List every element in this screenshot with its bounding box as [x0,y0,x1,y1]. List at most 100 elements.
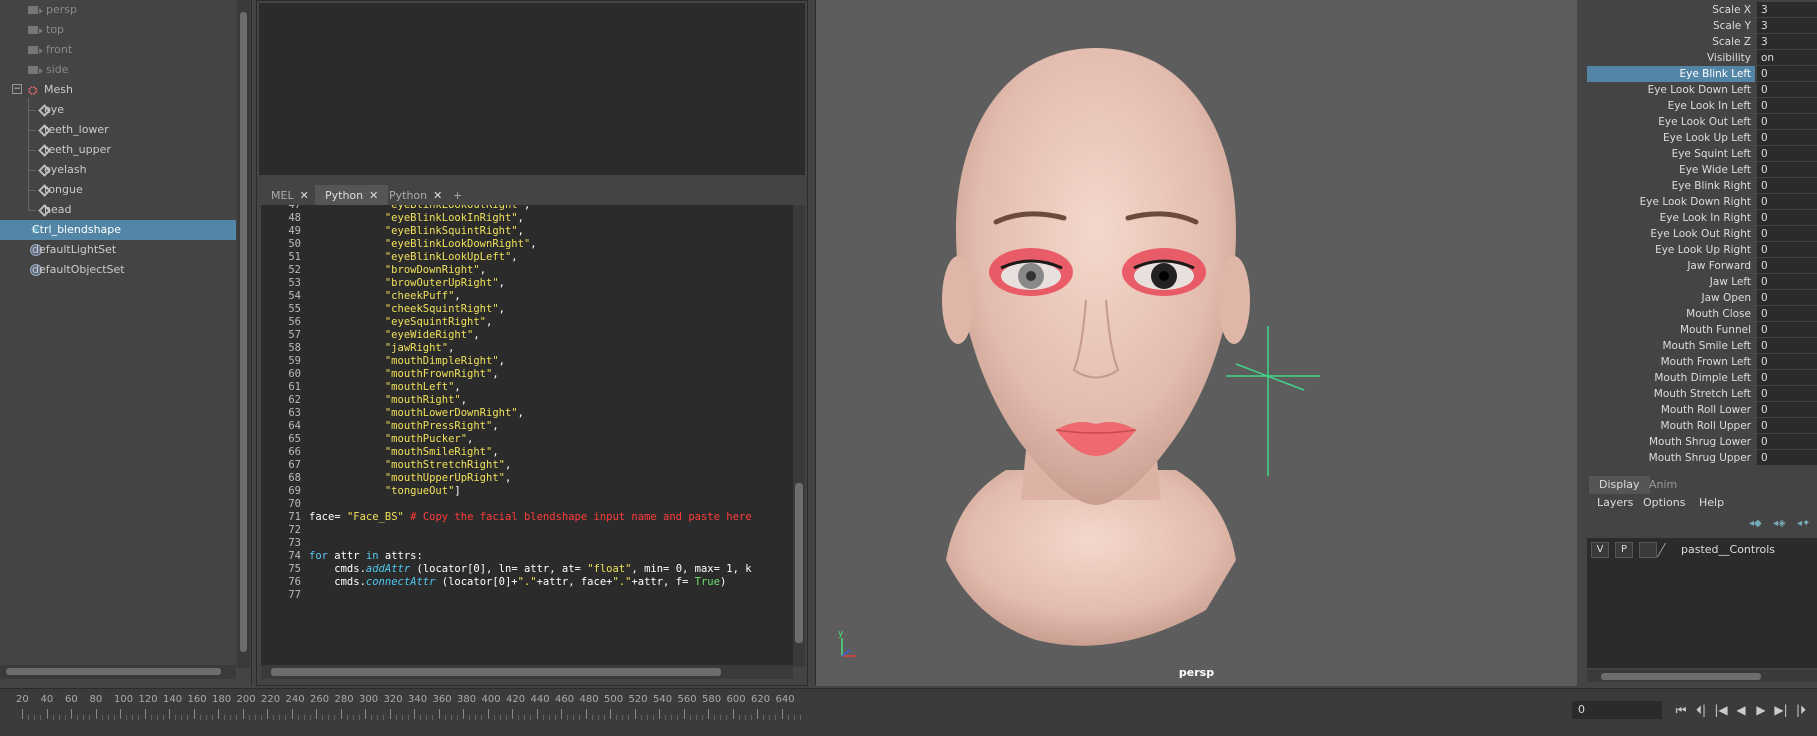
channel-attr-value[interactable]: 0 [1757,146,1817,161]
outliner-item-top[interactable]: top [0,20,236,40]
channel-attr-name[interactable]: Mouth Shrug Upper [1587,450,1755,466]
layer-icon-1[interactable]: ◂◆ [1749,518,1765,530]
channel-attr-name[interactable]: Jaw Open [1587,290,1755,306]
channel-attr-value[interactable]: 0 [1757,370,1817,385]
channel-attr-value[interactable]: 0 [1757,434,1817,449]
channel-attr-name[interactable]: Scale X [1587,2,1755,18]
channel-attr-name[interactable]: Jaw Left [1587,274,1755,290]
channel-attr-value[interactable]: 0 [1757,194,1817,209]
time-ruler[interactable]: 20 40 60 80 100 120 140 160 180 200 220 240 260 280 30… [0,689,1560,736]
channel-attr-mouth-funnel[interactable]: Mouth Funnel 0 [1587,322,1817,338]
outliner-item-ctrl-blendshape[interactable]: ✳ Ctrl_blendshape [0,220,236,240]
channel-attr-name[interactable]: Eye Look In Right [1587,210,1755,226]
channel-attr-name[interactable]: Eye Wide Left [1587,162,1755,178]
channel-attr-scale-y[interactable]: Scale Y3 [1587,18,1817,34]
channel-attr-eye-look-out-left[interactable]: Eye Look Out Left 0 [1587,114,1817,130]
playback-control-icon[interactable]: ⏮ [1672,701,1690,719]
channel-attr-name[interactable]: Mouth Shrug Lower [1587,434,1755,450]
outliner-item-side[interactable]: side [0,60,236,80]
outliner-item-defaultlightset[interactable]: defaultLightSet [0,240,236,260]
channel-attr-jaw-forward[interactable]: Jaw Forward 0 [1587,258,1817,274]
playback-control-icon[interactable]: ⏴| [1692,701,1710,719]
channel-attr-mouth-close[interactable]: Mouth Close 0 [1587,306,1817,322]
channel-attr-value[interactable]: 0 [1757,66,1817,81]
channel-attr-eye-look-up-left[interactable]: Eye Look Up Left 0 [1587,130,1817,146]
channel-attr-name[interactable]: Mouth Smile Left [1587,338,1755,354]
layer-horizontal-scrollbar[interactable] [1587,670,1817,682]
code-horizontal-scrollbar[interactable] [261,665,793,679]
playback-control-icon[interactable]: |◀ [1712,701,1730,719]
outliner-vertical-scrollbar[interactable] [237,0,250,668]
channel-attr-mouth-frown-left[interactable]: Mouth Frown Left 0 [1587,354,1817,370]
channel-attr-value[interactable]: 0 [1757,322,1817,337]
channel-attr-value[interactable]: 0 [1757,242,1817,257]
channel-attr-mouth-roll-lower[interactable]: Mouth Roll Lower 0 [1587,402,1817,418]
layer-menu-item[interactable]: Options [1643,496,1685,509]
channel-attr-visibility[interactable]: Visibility on [1587,50,1817,66]
tab-script-3[interactable]: + [443,185,472,207]
channel-attr-value[interactable]: 0 [1757,226,1817,241]
layer-visibility-toggle[interactable]: V [1591,542,1609,558]
channel-attr-value[interactable]: 0 [1757,178,1817,193]
channel-attr-eye-look-down-right[interactable]: Eye Look Down Right 0 [1587,194,1817,210]
tab-anim[interactable]: Anim [1639,476,1687,494]
3d-viewport[interactable]: y persp [815,0,1577,686]
channel-attr-eye-blink-left[interactable]: Eye Blink Left 0 [1587,66,1817,82]
channel-attr-name[interactable]: Eye Look Down Right [1587,194,1755,210]
channel-attr-mouth-shrug-upper[interactable]: Mouth Shrug Upper 0 [1587,450,1817,466]
tab-script-2[interactable]: Python ✕ [379,185,452,207]
channel-attr-eye-blink-right[interactable]: Eye Blink Right 0 [1587,178,1817,194]
channel-attr-eye-look-down-left[interactable]: Eye Look Down Left 0 [1587,82,1817,98]
channel-attr-name[interactable]: Mouth Frown Left [1587,354,1755,370]
channel-attr-value[interactable]: 0 [1757,418,1817,433]
playback-control-icon[interactable]: ◀ [1732,701,1750,719]
layer-menu-item[interactable]: Help [1699,496,1724,509]
channel-attr-value[interactable]: 0 [1757,114,1817,129]
channel-attr-value[interactable]: 0 [1757,386,1817,401]
channel-attr-name[interactable]: Eye Look In Left [1587,98,1755,114]
channel-attr-mouth-dimple-left[interactable]: Mouth Dimple Left 0 [1587,370,1817,386]
channel-attr-value[interactable]: 0 [1757,290,1817,305]
channel-attr-name[interactable]: Eye Squint Left [1587,146,1755,162]
close-tab-icon[interactable]: ✕ [369,189,378,202]
channel-attr-scale-z[interactable]: Scale Z3 [1587,34,1817,50]
channel-attr-name[interactable]: Mouth Dimple Left [1587,370,1755,386]
channel-attr-name[interactable]: Eye Look Up Right [1587,242,1755,258]
channel-attr-name[interactable]: Eye Look Out Left [1587,114,1755,130]
channel-attr-jaw-open[interactable]: Jaw Open 0 [1587,290,1817,306]
channel-attr-eye-squint-left[interactable]: Eye Squint Left 0 [1587,146,1817,162]
channel-attr-eye-look-up-right[interactable]: Eye Look Up Right 0 [1587,242,1817,258]
channel-attr-name[interactable]: Eye Look Up Left [1587,130,1755,146]
channel-attr-value[interactable]: 0 [1757,162,1817,177]
tab-script-1[interactable]: Python ✕ [315,185,389,207]
channel-attr-name[interactable]: Mouth Close [1587,306,1755,322]
channel-attr-value[interactable]: 0 [1757,82,1817,97]
script-history-output[interactable] [259,3,805,175]
channel-attr-value[interactable]: 3 [1757,18,1817,33]
channel-attr-mouth-smile-left[interactable]: Mouth Smile Left 0 [1587,338,1817,354]
layer-name[interactable]: pasted__Controls [1681,542,1775,558]
channel-attr-value[interactable]: 0 [1757,338,1817,353]
channel-attr-mouth-shrug-lower[interactable]: Mouth Shrug Lower 0 [1587,434,1817,450]
channel-attr-name[interactable]: Eye Blink Left [1587,66,1755,82]
channel-attr-mouth-roll-upper[interactable]: Mouth Roll Upper 0 [1587,418,1817,434]
channel-attr-name[interactable]: Mouth Roll Upper [1587,418,1755,434]
channel-attr-name[interactable]: Eye Blink Right [1587,178,1755,194]
channel-attr-name[interactable]: Mouth Stretch Left [1587,386,1755,402]
close-tab-icon[interactable]: ✕ [300,189,309,202]
channel-attr-name[interactable]: Jaw Forward [1587,258,1755,274]
code-editor[interactable]: 47 "eyeBlinkLookOutRight", 48 "eyeBlinkLo… [261,205,797,667]
channel-attr-value[interactable]: 3 [1757,2,1817,17]
layer-type-toggle[interactable] [1639,542,1657,558]
channel-attr-name[interactable]: Mouth Funnel [1587,322,1755,338]
layer-playback-toggle[interactable]: P [1615,542,1633,558]
playback-control-icon[interactable]: |⏵ [1792,701,1810,719]
tab-script-0[interactable]: MEL ✕ [261,185,319,207]
outliner-item-persp[interactable]: persp [0,0,236,20]
outliner-horizontal-scrollbar[interactable] [0,665,236,679]
channel-attr-eye-look-out-right[interactable]: Eye Look Out Right 0 [1587,226,1817,242]
channel-attr-value[interactable]: 0 [1757,402,1817,417]
channel-attr-jaw-left[interactable]: Jaw Left 0 [1587,274,1817,290]
channel-attr-value[interactable]: 0 [1757,98,1817,113]
code-vertical-scrollbar[interactable] [793,205,805,667]
